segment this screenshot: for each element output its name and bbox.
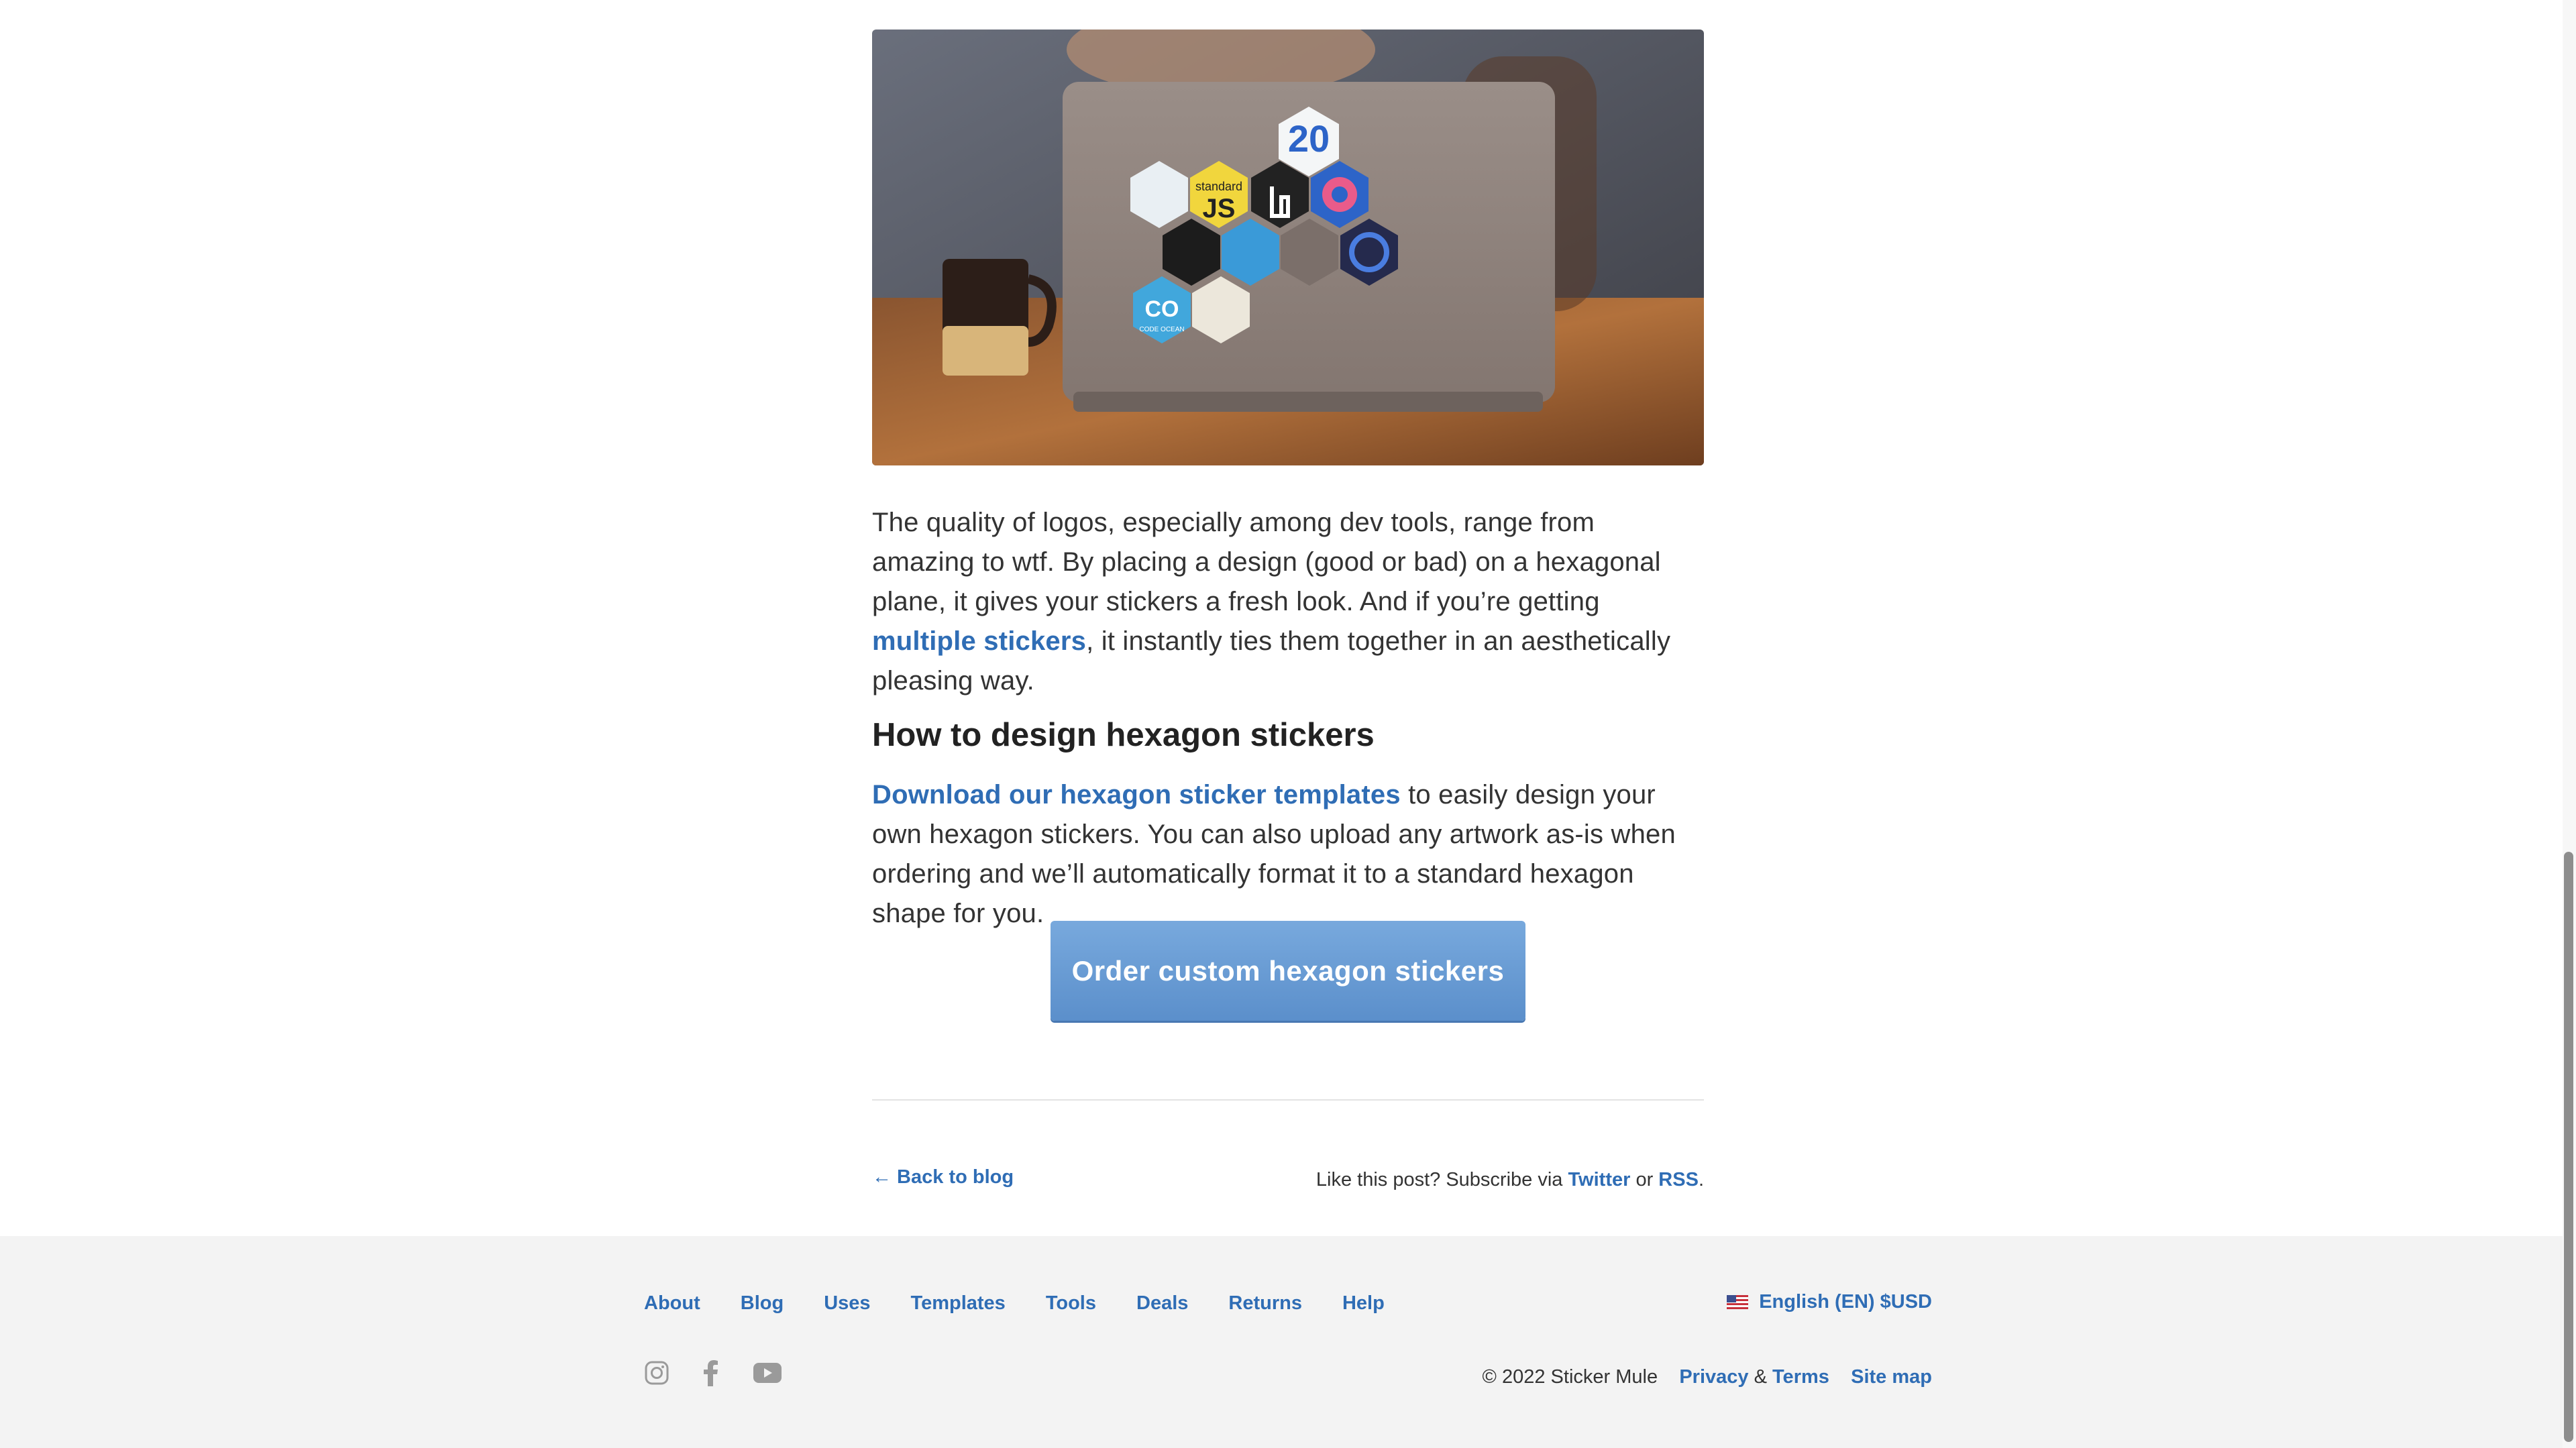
site-footer: About Blog Uses Templates Tools Deals Re… bbox=[0, 1236, 2563, 1448]
footer-link-about[interactable]: About bbox=[644, 1292, 700, 1315]
footer-link-templates[interactable]: Templates bbox=[911, 1292, 1006, 1315]
article-body: 20 standard JS CO CODE OCEAN The quality… bbox=[872, 30, 1704, 1190]
multiple-stickers-link[interactable]: multiple stickers bbox=[872, 626, 1086, 656]
footer-link-blog[interactable]: Blog bbox=[741, 1292, 784, 1315]
sitemap-link[interactable]: Site map bbox=[1851, 1366, 1932, 1388]
facebook-icon[interactable] bbox=[703, 1359, 719, 1390]
section-heading: How to design hexagon stickers bbox=[872, 717, 1375, 753]
footer-link-returns[interactable]: Returns bbox=[1228, 1292, 1302, 1315]
subscribe-or: or bbox=[1630, 1169, 1659, 1190]
footer-link-tools[interactable]: Tools bbox=[1046, 1292, 1096, 1315]
sticker-20-text: 20 bbox=[1288, 117, 1330, 160]
footer-link-help[interactable]: Help bbox=[1342, 1292, 1385, 1315]
subscribe-line: Like this post? Subscribe via Twitter or… bbox=[1316, 1169, 1704, 1191]
footer-nav: About Blog Uses Templates Tools Deals Re… bbox=[644, 1292, 1425, 1315]
amp-text: & bbox=[1748, 1366, 1772, 1388]
privacy-link[interactable]: Privacy bbox=[1679, 1366, 1748, 1388]
intro-paragraph: The quality of logos, especially among d… bbox=[872, 503, 1704, 701]
legal-line: © 2022 Sticker Mule Privacy & Terms Site… bbox=[1483, 1366, 1932, 1388]
instagram-icon[interactable] bbox=[644, 1360, 669, 1389]
templates-paragraph: Download our hexagon sticker templates t… bbox=[872, 775, 1704, 934]
us-flag-icon bbox=[1727, 1295, 1749, 1309]
subscribe-text: Like this post? Subscribe via bbox=[1316, 1169, 1568, 1190]
footer-link-deals[interactable]: Deals bbox=[1136, 1292, 1188, 1315]
twitter-link[interactable]: Twitter bbox=[1568, 1169, 1630, 1190]
sticker-co-text: CO bbox=[1145, 296, 1179, 322]
subscribe-period: . bbox=[1698, 1169, 1704, 1190]
hero-image: 20 standard JS CO CODE OCEAN bbox=[872, 30, 1704, 465]
terms-link[interactable]: Terms bbox=[1772, 1366, 1829, 1388]
footer-link-uses[interactable]: Uses bbox=[824, 1292, 870, 1315]
locale-selector[interactable]: English (EN) $USD bbox=[1727, 1291, 1932, 1313]
order-hexagon-stickers-button[interactable]: Order custom hexagon stickers bbox=[1051, 921, 1525, 1021]
download-templates-link[interactable]: Download our hexagon sticker templates bbox=[872, 780, 1401, 810]
locale-label: English (EN) $USD bbox=[1759, 1291, 1932, 1313]
divider bbox=[872, 1099, 1704, 1101]
youtube-icon[interactable] bbox=[753, 1362, 782, 1387]
sticker-code-ocean-text: CODE OCEAN bbox=[1139, 326, 1184, 333]
scrollbar-thumb[interactable] bbox=[2564, 852, 2573, 1442]
copyright-text: © 2022 Sticker Mule bbox=[1482, 1366, 1658, 1388]
social-links bbox=[644, 1359, 782, 1390]
sticker-standard-text: standard bbox=[1195, 180, 1242, 193]
intro-text-1: The quality of logos, especially among d… bbox=[872, 508, 1661, 616]
rss-link[interactable]: RSS bbox=[1658, 1169, 1699, 1190]
sticker-js-text: JS bbox=[1203, 194, 1236, 223]
back-to-blog-link[interactable]: ← Back to blog bbox=[872, 1166, 1014, 1188]
